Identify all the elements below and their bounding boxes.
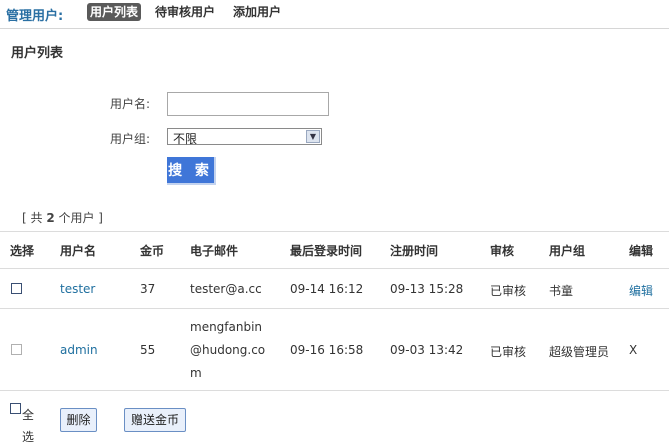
tab-user-list[interactable]: 用户列表 [87,3,142,21]
header-last-login: 最后登录时间 [290,244,363,258]
chevron-down-icon[interactable]: ▼ [306,130,320,143]
header-email: 电子邮件 [190,244,239,258]
row-divider [0,308,669,309]
select-all-label: 全选 [22,408,35,444]
user-count: [ 共 2 个用户 ] [22,211,103,225]
group-label: 用户组: [110,132,151,146]
status-value: 已审核 [490,284,527,298]
email-value: tester@a.cc [190,282,262,296]
user-count-value: 2 [46,211,55,225]
username-link[interactable]: tester [60,282,95,296]
row-checkbox[interactable] [11,283,22,294]
last-login-value: 09-14 16:12 [290,282,364,296]
edit-link[interactable]: 编辑 [629,282,653,299]
select-all-checkbox[interactable] [10,403,21,414]
tab-pending-users[interactable]: 待审核用户 [152,3,218,21]
header-edit: 编辑 [629,244,654,258]
status-value: 已审核 [490,345,527,359]
header-select: 选择 [10,244,35,258]
top-nav: 管理用户: 用户列表 待审核用户 添加用户 [0,0,669,29]
coins-value: 37 [140,282,156,296]
username-link[interactable]: admin [60,343,98,357]
username-label: 用户名: [110,97,151,111]
header-coins: 金币 [140,244,165,258]
gift-coins-button[interactable]: 赠送金币 [124,408,186,432]
table-bottom-border [0,390,669,391]
group-value: 超级管理员 [549,345,610,359]
header-status: 审核 [490,244,515,258]
delete-button[interactable]: 删除 [60,408,97,432]
search-button[interactable]: 搜 索 [167,157,216,185]
tab-add-user[interactable]: 添加用户 [230,3,284,21]
row-checkbox[interactable] [11,344,22,355]
header-group: 用户组 [549,244,586,258]
group-value: 书童 [549,284,574,298]
email-line: m [190,366,202,380]
registered-value: 09-03 13:42 [390,343,464,357]
last-login-value: 09-16 16:58 [290,343,364,357]
group-select[interactable]: 不限 ▼ [167,128,322,146]
header-divider [0,268,669,269]
header-username: 用户名 [60,244,97,258]
manage-users-title: 管理用户: [6,9,64,24]
group-select-value: 不限 [173,132,198,146]
table-top-border [0,231,669,232]
header-registered: 注册时间 [390,244,439,258]
delete-x-link[interactable]: X [629,343,637,357]
username-input[interactable] [167,92,329,116]
registered-value: 09-13 15:28 [390,282,464,296]
email-line: mengfanbin [190,320,263,334]
coins-value: 55 [140,343,156,357]
email-line: @hudong.co [190,343,266,357]
section-title: 用户列表 [11,46,64,61]
